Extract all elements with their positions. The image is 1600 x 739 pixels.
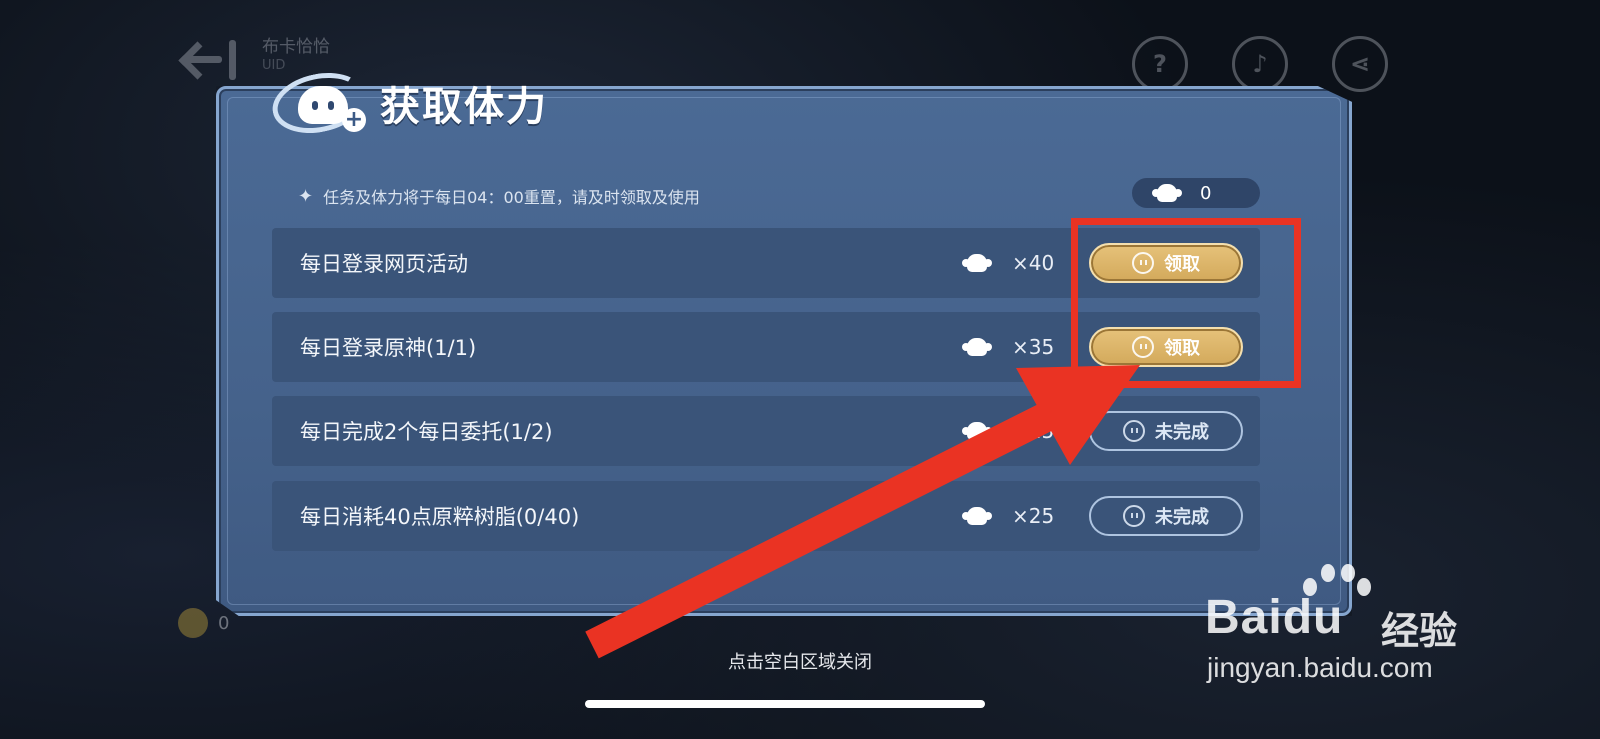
stamina-icon xyxy=(962,252,992,274)
incomplete-button-label: 未完成 xyxy=(1155,422,1209,443)
annotation-highlight-box xyxy=(1071,218,1301,388)
stamina-icon xyxy=(962,336,992,358)
task-label: 每日完成2个每日委托(1/2) xyxy=(300,420,553,444)
watermark-url: jingyan.baidu.com xyxy=(1207,652,1433,683)
reset-notice: ✦ 任务及体力将于每日04：00重置，请及时领取及使用 xyxy=(298,184,700,208)
stamina-icon xyxy=(1152,182,1182,204)
task-row: 每日完成2个每日委托(1/2) ×25 未完成 xyxy=(272,396,1260,466)
stamina-icon xyxy=(962,420,992,442)
help-icon[interactable]: ? xyxy=(1132,36,1188,92)
stamina-icon xyxy=(962,505,992,527)
background-username: 布卡恰恰 xyxy=(262,37,330,57)
stamina-balance: 0 xyxy=(1132,178,1260,208)
task-reward-amount: ×40 xyxy=(1012,251,1055,275)
task-reward-amount: ×35 xyxy=(1012,335,1055,359)
home-indicator[interactable] xyxy=(585,700,985,708)
task-reward: ×35 xyxy=(962,335,1054,359)
task-reward-amount: ×25 xyxy=(1012,504,1055,528)
task-row: 每日消耗40点原粹树脂(0/40) ×25 未完成 xyxy=(272,481,1260,551)
background-counter: 0 xyxy=(178,608,229,638)
reset-notice-text: 任务及体力将于每日04：00重置，请及时领取及使用 xyxy=(323,188,700,207)
share-icon[interactable]: ⋖ xyxy=(1332,36,1388,92)
task-label: 每日登录原神(1/1) xyxy=(300,336,477,360)
dialog-title: 获取体力 xyxy=(380,84,548,130)
task-reward-amount: ×25 xyxy=(1012,419,1055,443)
background-user-info: 布卡恰恰 UID xyxy=(262,36,330,73)
watermark-brand: Baidu xyxy=(1205,591,1344,644)
task-label: 每日登录网页活动 xyxy=(300,252,468,276)
watermark-sub: 经验 xyxy=(1381,609,1458,653)
slime-face-icon xyxy=(1123,420,1145,442)
sparkle-icon: ✦ xyxy=(298,185,314,207)
slime-face-icon xyxy=(1123,505,1145,527)
paimon-slime-emblem-icon: + xyxy=(266,64,372,142)
task-label: 每日消耗40点原粹树脂(0/40) xyxy=(300,505,580,529)
task-reward: ×40 xyxy=(962,251,1054,275)
back-arrow-icon[interactable] xyxy=(182,36,238,82)
background-counter-value: 0 xyxy=(218,612,230,634)
stamina-count: 0 xyxy=(1200,182,1212,204)
incomplete-button-label: 未完成 xyxy=(1155,507,1209,528)
coin-icon xyxy=(178,608,208,638)
background-header-icons: ? ♪ ⋖ xyxy=(1132,36,1388,92)
music-icon[interactable]: ♪ xyxy=(1232,36,1288,92)
incomplete-button[interactable]: 未完成 xyxy=(1089,411,1243,451)
incomplete-button[interactable]: 未完成 xyxy=(1089,496,1243,536)
baidu-jingyan-watermark: Baidu 经验 jingyan.baidu.com xyxy=(1205,560,1505,700)
dialog-header: + 获取体力 xyxy=(266,64,548,142)
task-reward: ×25 xyxy=(962,419,1054,443)
task-reward: ×25 xyxy=(962,504,1054,528)
